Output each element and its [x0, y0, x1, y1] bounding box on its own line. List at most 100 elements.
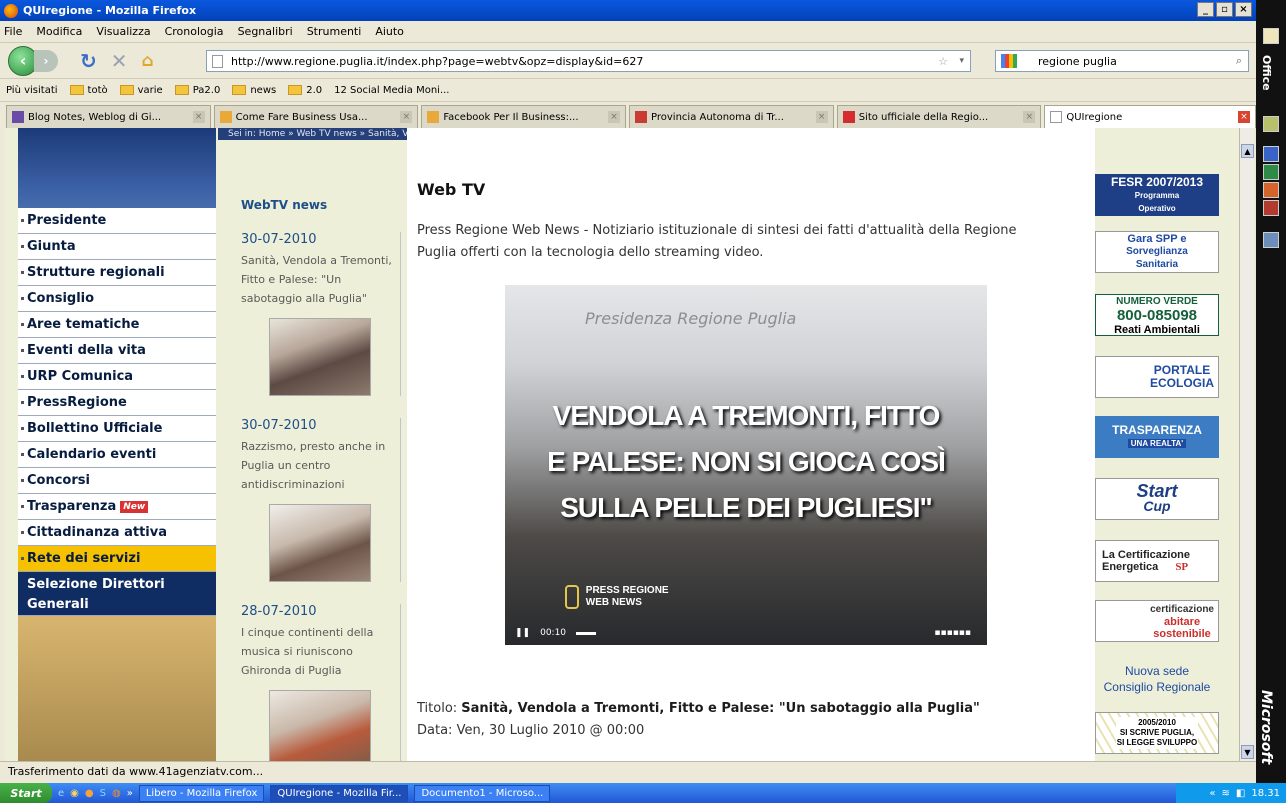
menu-visualizza[interactable]: Visualizza	[96, 25, 150, 38]
home-icon[interactable]: ⌂	[142, 51, 154, 71]
news-text[interactable]: Razzismo, presto anche in Puglia un cent…	[241, 437, 400, 494]
tab-close-icon[interactable]: ×	[1238, 111, 1251, 123]
menu-strumenti[interactable]: Strumenti	[307, 25, 362, 38]
banner-portale-ecologia[interactable]: PORTALE ECOLOGIA	[1095, 356, 1219, 398]
taskbar-item-libero[interactable]: Libero - Mozilla Firefox	[138, 784, 265, 802]
tab-close-icon[interactable]: ×	[400, 111, 413, 123]
scroll-up-icon[interactable]: ▲	[1241, 144, 1254, 158]
link-nuova-sede[interactable]: Nuova sede Consiglio Regionale	[1095, 658, 1219, 700]
network-icon[interactable]: ≋	[1222, 788, 1230, 799]
news-item[interactable]: 28-07-2010 I cinque continenti della mus…	[241, 604, 401, 761]
banner-gara-spp[interactable]: Gara SPP e Sorveglianza Sanitaria	[1095, 231, 1219, 273]
quicklaunch-icon[interactable]: ◉	[70, 788, 79, 799]
clock[interactable]: 18.31	[1251, 788, 1280, 799]
vertical-scrollbar[interactable]: ▲ ▼	[1239, 128, 1254, 761]
tab-close-icon[interactable]: ×	[192, 111, 205, 123]
sidebar-item-bollettino-ufficiale[interactable]: Bollettino Ufficiale	[18, 416, 216, 442]
project-icon[interactable]	[1263, 232, 1279, 248]
stop-button[interactable]: ✕	[111, 49, 128, 73]
url-dropdown-icon[interactable]: ▾	[959, 56, 964, 66]
more-icon[interactable]: »	[127, 788, 133, 799]
bookmark-star-icon[interactable]: ☆	[938, 55, 948, 68]
banner-fesr[interactable]: FESR 2007/2013 Programma Operativo	[1095, 174, 1219, 216]
tab-close-icon[interactable]: ×	[815, 111, 828, 123]
bookmark-piu-visitati[interactable]: Più visitati	[6, 85, 58, 96]
skype-icon[interactable]: S	[100, 788, 106, 799]
sidebar-item-cittadinanza-attiva[interactable]: Cittadinanza attiva	[18, 520, 216, 546]
news-thumbnail[interactable]	[269, 690, 371, 761]
url-bar[interactable]: http://www.regione.puglia.it/index.php?p…	[206, 50, 971, 72]
tray-expand-icon[interactable]: «	[1209, 788, 1215, 799]
minimize-button[interactable]: _	[1197, 2, 1214, 17]
bookmark-social-media[interactable]: 12 Social Media Moni...	[334, 85, 449, 96]
news-thumbnail[interactable]	[269, 504, 371, 582]
bookmark-pa20[interactable]: Pa2.0	[174, 84, 220, 96]
start-button[interactable]: Start	[0, 783, 52, 803]
video-player[interactable]: Presidenza Regione Puglia VENDOLA A TREM…	[505, 285, 987, 645]
word-icon[interactable]	[1263, 146, 1279, 162]
news-text[interactable]: I cinque continenti della musica si riun…	[241, 623, 400, 680]
google-icon[interactable]	[1001, 54, 1017, 68]
powerpoint-icon[interactable]	[1263, 182, 1279, 198]
banner-start-cup[interactable]: Start Cup	[1095, 478, 1219, 520]
sidebar-item-eventi-della-vita[interactable]: Eventi della vita	[18, 338, 216, 364]
reload-button[interactable]: ↻	[80, 49, 97, 73]
sidebar-item-pressregione[interactable]: PressRegione	[18, 390, 216, 416]
tab-come-fare-business[interactable]: Come Fare Business Usa... ×	[213, 105, 419, 128]
sidebar-item-rete-dei-servizi[interactable]: Rete dei servizi	[18, 546, 216, 572]
taskbar-item-documento1[interactable]: Documento1 - Microso...	[414, 784, 551, 802]
banner-abitare-sostenibile[interactable]: certificazione abitare sostenibile	[1095, 600, 1219, 642]
tab-close-icon[interactable]: ×	[1023, 111, 1036, 123]
bookmark-toto[interactable]: totò	[69, 84, 108, 96]
forward-button[interactable]: ›	[34, 49, 58, 72]
menu-cronologia[interactable]: Cronologia	[165, 25, 224, 38]
menu-modifica[interactable]: Modifica	[36, 25, 82, 38]
progress-bar[interactable]	[576, 631, 597, 635]
news-item[interactable]: 30-07-2010 Sanità, Vendola a Tremonti, F…	[241, 232, 401, 396]
tab-facebook-business[interactable]: Facebook Per Il Business:... ×	[421, 105, 627, 128]
tab-sito-ufficiale[interactable]: Sito ufficiale della Regio... ×	[836, 105, 1042, 128]
volume-icon[interactable]: ▪▪▪▪▪▪	[934, 628, 971, 638]
sidebar-item-urp-comunica[interactable]: URP Comunica	[18, 364, 216, 390]
sidebar-item-selezione-direttori[interactable]: Selezione Direttori Generali	[18, 572, 216, 616]
access-icon[interactable]	[1263, 200, 1279, 216]
tab-blog-notes[interactable]: Blog Notes, Weblog di Gi... ×	[6, 105, 211, 128]
banner-si-scrive-puglia[interactable]: 2005/2010 SI SCRIVE PUGLIA, SI LEGGE SVILU…	[1095, 712, 1219, 754]
media-icon[interactable]: ◍	[112, 788, 121, 799]
news-thumbnail[interactable]	[269, 318, 371, 396]
banner-certificazione-energetica[interactable]: La Certificazione Energetica SP	[1095, 540, 1219, 582]
banner-numero-verde[interactable]: NUMERO VERDE 800-085098 Reati Ambientali	[1095, 294, 1219, 336]
pause-icon[interactable]: ❚❚	[515, 628, 530, 638]
bookmark-varie[interactable]: varie	[119, 84, 163, 96]
tab-close-icon[interactable]: ×	[608, 111, 621, 123]
sidebar-item-strutture-regionali[interactable]: Strutture regionali	[18, 260, 216, 286]
excel-icon[interactable]	[1263, 164, 1279, 180]
sidebar-item-calendario-eventi[interactable]: Calendario eventi	[18, 442, 216, 468]
firefox-quicklaunch-icon[interactable]: ●	[85, 788, 94, 799]
taskbar-item-quiregione[interactable]: QUIregione - Mozilla Fir...	[270, 784, 409, 802]
close-button[interactable]: ×	[1235, 2, 1252, 17]
volume-tray-icon[interactable]: ◧	[1236, 788, 1245, 799]
scroll-down-icon[interactable]: ▼	[1241, 745, 1254, 759]
sidebar-item-giunta[interactable]: Giunta	[18, 234, 216, 260]
ie-icon[interactable]: e	[58, 788, 64, 799]
sidebar-item-consiglio[interactable]: Consiglio	[18, 286, 216, 312]
menu-segnalibri[interactable]: Segnalibri	[238, 25, 293, 38]
maximize-button[interactable]: ▫	[1216, 2, 1233, 17]
news-item[interactable]: 30-07-2010 Razzismo, presto anche in Pug…	[241, 418, 401, 582]
search-box[interactable]: regione puglia ⌕	[995, 50, 1249, 72]
sidebar-item-concorsi[interactable]: Concorsi	[18, 468, 216, 494]
calendar-icon[interactable]	[1263, 116, 1279, 132]
sidebar-item-trasparenza[interactable]: Trasparenza New	[18, 494, 216, 520]
folder-icon[interactable]	[1263, 28, 1279, 44]
tab-provincia-autonoma[interactable]: Provincia Autonoma di Tr... ×	[629, 105, 834, 128]
banner-trasparenza[interactable]: TRASPARENZA UNA REALTA'	[1095, 416, 1219, 458]
tab-quiregione[interactable]: QUIregione ×	[1044, 105, 1257, 128]
menu-file[interactable]: File	[4, 25, 22, 38]
bookmark-news[interactable]: news	[232, 84, 276, 96]
sidebar-item-aree-tematiche[interactable]: Aree tematiche	[18, 312, 216, 338]
bookmark-20[interactable]: 2.0	[288, 84, 322, 96]
sidebar-item-presidente[interactable]: Presidente	[18, 208, 216, 234]
news-text[interactable]: Sanità, Vendola a Tremonti, Fitto e Pale…	[241, 251, 400, 308]
search-input[interactable]: regione puglia	[1038, 55, 1117, 68]
